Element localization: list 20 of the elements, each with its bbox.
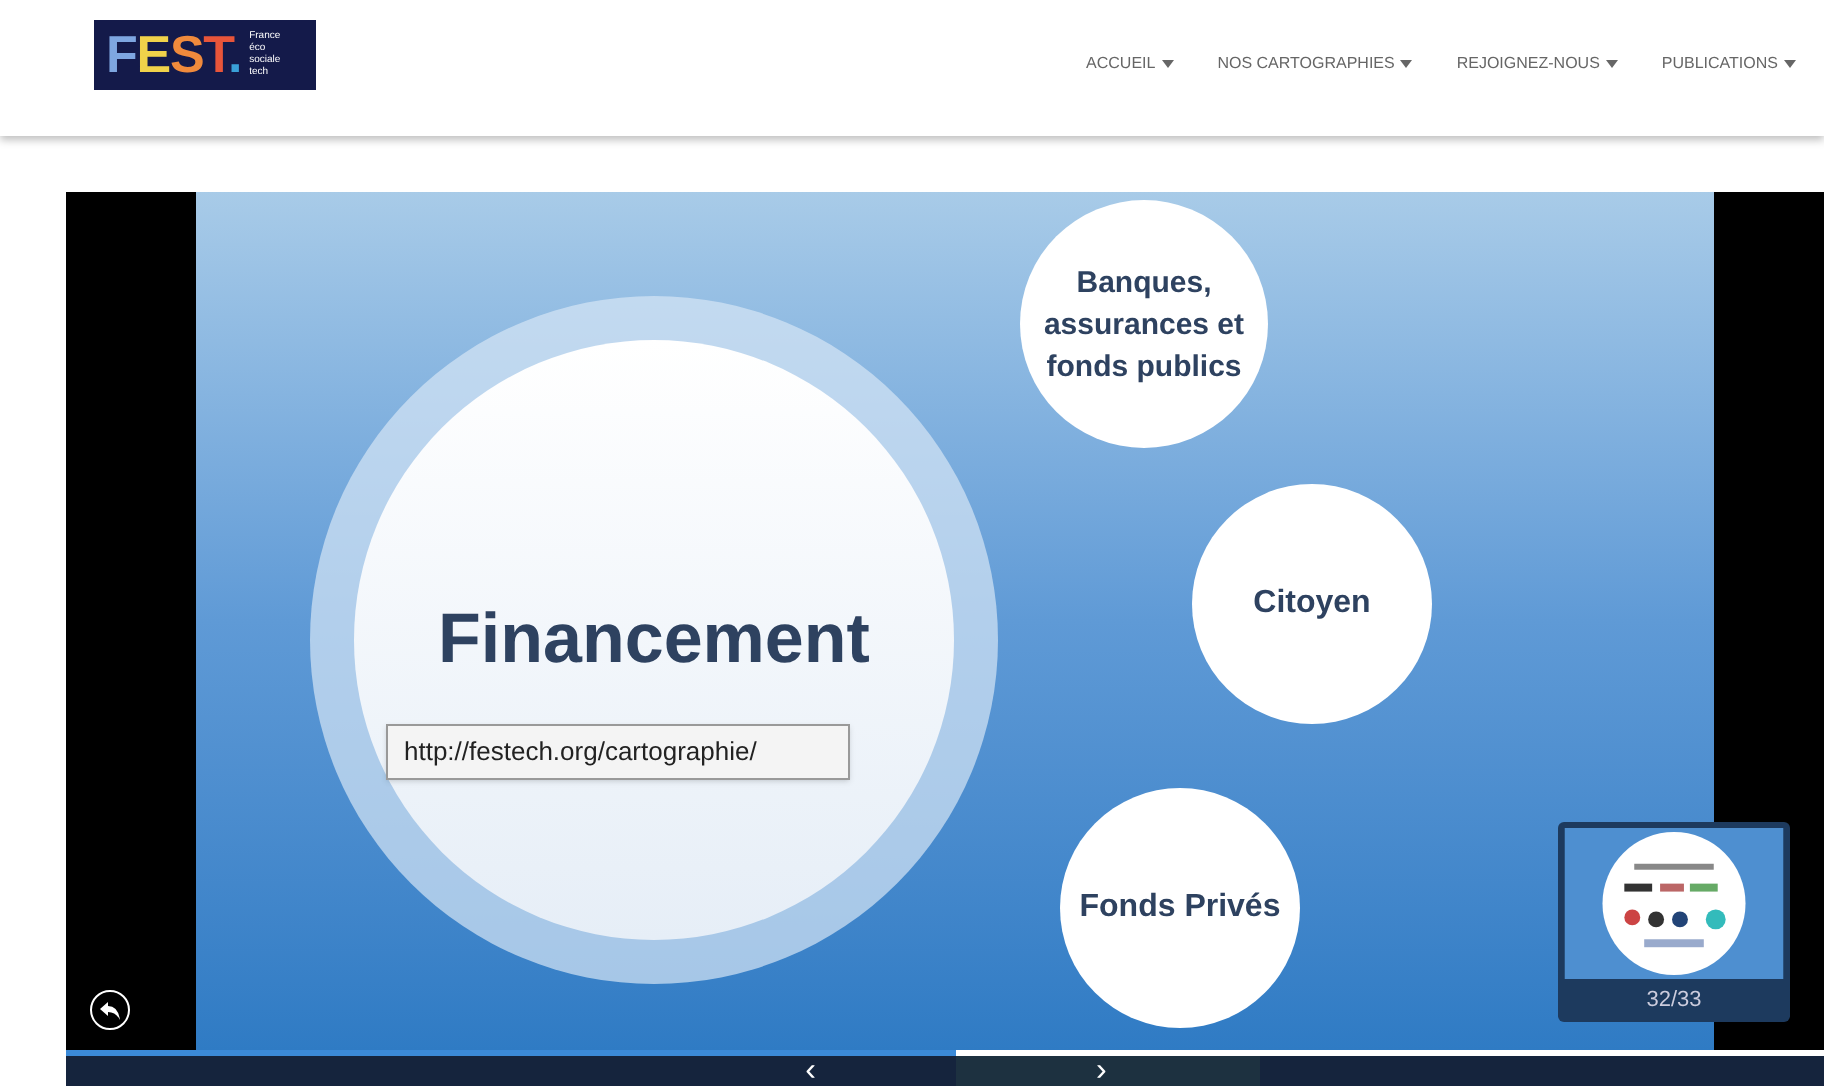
nav-link[interactable]: NOS CARTOGRAPHIES xyxy=(1217,52,1413,76)
return-arrow-icon xyxy=(100,1001,120,1019)
nav-link[interactable]: ACCUEIL xyxy=(1086,52,1174,76)
logo-text: FEST. xyxy=(106,28,242,80)
topic-bubble: Fonds Privés xyxy=(1060,788,1300,1028)
nav-link[interactable]: PUBLICATIONS xyxy=(1661,52,1796,76)
url-tooltip: http://festech.org/cartographie/ xyxy=(386,724,850,780)
nav-link[interactable]: REJOIGNEZ-NOUS xyxy=(1456,52,1618,76)
back-button[interactable] xyxy=(90,990,130,1030)
slide-thumbnail[interactable]: 32/33 xyxy=(1558,822,1790,1022)
next-button[interactable]: › xyxy=(956,1056,1260,1086)
caret-icon xyxy=(1784,60,1796,68)
slide-counter: 32/33 xyxy=(1646,985,1702,1015)
caret-icon xyxy=(1400,60,1413,68)
main-topic: Financement xyxy=(438,597,870,682)
topic-bubble: Banques, assurances et fonds publics xyxy=(1020,200,1268,448)
previous-button[interactable]: ‹ xyxy=(66,1056,956,1086)
caret-icon xyxy=(1605,60,1618,68)
caret-icon xyxy=(1161,60,1174,68)
topic-bubble: Citoyen xyxy=(1192,484,1432,724)
